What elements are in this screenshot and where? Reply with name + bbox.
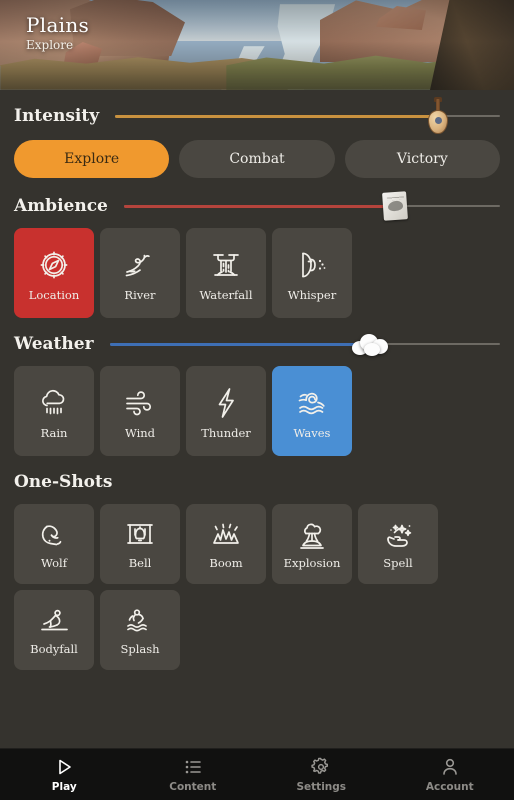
section-title-weather: Weather xyxy=(14,334,94,354)
tile-whisper-label: Whisper xyxy=(287,287,337,302)
weather-slider[interactable] xyxy=(109,329,500,359)
tile-location-label: Location xyxy=(28,287,80,302)
play-triangle-icon xyxy=(54,757,74,777)
intensity-header-row: Intensity xyxy=(14,94,500,138)
nav-item-account[interactable]: Account xyxy=(386,757,514,793)
tile-thunder[interactable]: Thunder xyxy=(186,366,266,456)
lightning-bolt-icon xyxy=(205,383,247,423)
tile-rain[interactable]: Rain xyxy=(14,366,94,456)
tile-splash[interactable]: Splash xyxy=(100,590,180,670)
mushroom-cloud-icon xyxy=(293,519,331,553)
tile-bell-label: Bell xyxy=(128,555,152,570)
tile-spell[interactable]: Spell xyxy=(358,504,438,584)
tile-river[interactable]: River xyxy=(100,228,180,318)
nav-item-play[interactable]: Play xyxy=(0,757,129,793)
tile-boom-label: Boom xyxy=(209,555,243,570)
waves-icon xyxy=(291,383,333,423)
boom-burst-icon xyxy=(207,519,245,553)
ambience-header-row: Ambience xyxy=(14,184,500,228)
pill-victory[interactable]: Victory xyxy=(344,140,500,178)
bottom-navigation: Play Content Settings Account xyxy=(0,748,514,800)
section-title-intensity: Intensity xyxy=(14,106,100,126)
header-text-block: Plains Explore xyxy=(26,14,89,53)
nav-item-settings[interactable]: Settings xyxy=(257,757,386,793)
tile-bodyfall[interactable]: Bodyfall xyxy=(14,590,94,670)
scroll-map-icon xyxy=(380,189,410,223)
tile-bodyfall-label: Bodyfall xyxy=(30,641,78,656)
content-scroll-area[interactable]: Intensity Explore Combat Victory Ambienc… xyxy=(0,90,514,748)
pill-explore-label: Explore xyxy=(64,151,120,167)
intensity-pill-group: Explore Combat Victory xyxy=(14,138,500,184)
splash-icon xyxy=(121,605,159,639)
ambience-slider[interactable] xyxy=(123,191,500,221)
intensity-slider[interactable] xyxy=(115,97,500,134)
ambience-slider-thumb[interactable] xyxy=(378,186,412,226)
tile-spell-label: Spell xyxy=(383,555,413,570)
tile-bell[interactable]: Bell xyxy=(100,504,180,584)
river-icon xyxy=(119,245,161,285)
tile-explosion-label: Explosion xyxy=(283,555,341,570)
scene-header: Plains Explore xyxy=(0,0,514,90)
section-intensity: Intensity Explore Combat Victory xyxy=(0,94,514,184)
section-title-oneshots: One-Shots xyxy=(14,472,113,492)
nav-item-settings-label: Settings xyxy=(296,780,347,793)
tile-river-label: River xyxy=(124,287,156,302)
section-oneshots: One-Shots Wolf Bell Boom Explosion Spell… xyxy=(0,460,514,674)
pill-combat-label: Combat xyxy=(229,151,285,167)
tile-boom[interactable]: Boom xyxy=(186,504,266,584)
wind-icon xyxy=(119,383,161,423)
oneshots-tile-grid: Wolf Bell Boom Explosion Spell Bodyfall … xyxy=(14,504,500,674)
tile-wolf[interactable]: Wolf xyxy=(14,504,94,584)
weather-slider-fill xyxy=(109,342,368,346)
tile-wolf-label: Wolf xyxy=(41,555,67,570)
gear-icon xyxy=(311,757,331,777)
weather-tile-grid: Rain Wind Thunder Waves xyxy=(14,366,500,460)
lute-icon xyxy=(425,97,451,135)
tile-rain-label: Rain xyxy=(40,425,68,440)
tile-waterfall[interactable]: Waterfall xyxy=(186,228,266,318)
nav-item-play-label: Play xyxy=(51,780,77,793)
weather-slider-thumb[interactable] xyxy=(350,324,389,364)
person-icon xyxy=(440,757,460,777)
page-subtitle: Explore xyxy=(26,38,74,52)
rain-cloud-icon xyxy=(33,383,75,423)
wolf-howl-icon xyxy=(35,519,73,553)
tile-whisper[interactable]: Whisper xyxy=(272,228,352,318)
ambience-slider-fill xyxy=(123,204,395,208)
page-title: Plains xyxy=(26,13,90,37)
tile-thunder-label: Thunder xyxy=(201,425,251,440)
whisper-icon xyxy=(291,245,333,285)
intensity-slider-fill xyxy=(115,114,439,118)
nav-item-content-label: Content xyxy=(169,780,217,793)
section-ambience: Ambience Location River Waterfall Whispe… xyxy=(0,184,514,322)
oneshots-header-row: One-Shots xyxy=(14,460,500,504)
cloud-icon xyxy=(350,331,389,357)
tile-wind-label: Wind xyxy=(124,425,156,440)
waterfall-icon xyxy=(205,245,247,285)
app-root: Plains Explore Intensity Explore Combat … xyxy=(0,0,514,800)
tile-explosion[interactable]: Explosion xyxy=(272,504,352,584)
tile-wind[interactable]: Wind xyxy=(100,366,180,456)
pill-combat[interactable]: Combat xyxy=(179,140,335,178)
compass-icon xyxy=(33,245,75,285)
weather-header-row: Weather xyxy=(14,322,500,366)
list-icon xyxy=(183,757,203,777)
tile-waves[interactable]: Waves xyxy=(272,366,352,456)
tile-splash-label: Splash xyxy=(120,641,160,656)
tile-waterfall-label: Waterfall xyxy=(199,287,253,302)
bodyfall-icon xyxy=(35,605,73,639)
ambience-tile-grid: Location River Waterfall Whisper xyxy=(14,228,500,322)
pill-explore[interactable]: Explore xyxy=(14,140,170,178)
tile-location[interactable]: Location xyxy=(14,228,94,318)
spell-hand-icon xyxy=(379,519,417,553)
tile-waves-label: Waves xyxy=(293,425,331,440)
nav-item-account-label: Account xyxy=(425,780,474,793)
section-title-ambience: Ambience xyxy=(14,196,108,216)
section-weather: Weather Rain Wind Thunder Waves xyxy=(0,322,514,460)
bell-icon xyxy=(121,519,159,553)
pill-victory-label: Victory xyxy=(396,151,448,167)
intensity-slider-thumb[interactable] xyxy=(421,96,455,136)
nav-item-content[interactable]: Content xyxy=(129,757,258,793)
